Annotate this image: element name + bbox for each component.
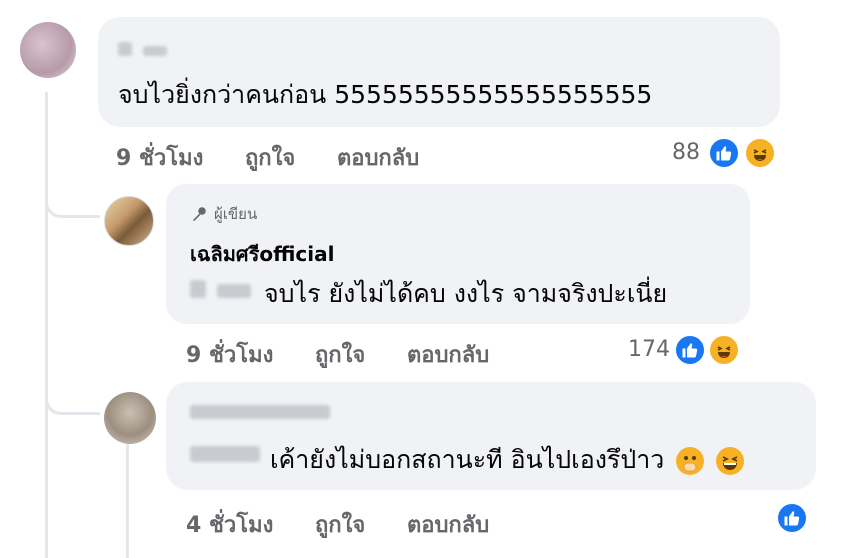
reaction-count[interactable]: 174 xyxy=(628,337,670,362)
reply-text-content: เค้ายังไม่บอกสถานะที อินไปเองรึป่าว xyxy=(270,445,665,474)
thread-curve-2 xyxy=(45,370,100,415)
comment-time[interactable]: 9 ชั่วโมง xyxy=(116,146,203,171)
commenter-name[interactable]: เฉลิมศรีofficial xyxy=(190,238,334,270)
grinning-squinting-emoji-icon xyxy=(716,447,745,475)
mentioned-name-redacted[interactable] xyxy=(190,446,260,466)
reply-text: จบไร ยังไม่ได้คบ งงไร จามจริงปะเนี่ย xyxy=(264,279,668,308)
haha-reaction-icon xyxy=(708,334,740,366)
like-button[interactable]: ถูกใจ xyxy=(315,513,365,538)
comment-time[interactable]: 9 ชั่วโมง xyxy=(186,343,273,368)
reply-button[interactable]: ตอบกลับ xyxy=(337,146,419,171)
like-reaction-icon xyxy=(708,137,740,169)
like-reaction-icon xyxy=(776,502,808,534)
hand-over-mouth-emoji-icon xyxy=(676,447,705,475)
author-avatar[interactable] xyxy=(104,196,154,246)
reply-button[interactable]: ตอบกลับ xyxy=(407,343,489,368)
reply-bubble: เค้ายังไม่บอกสถานะที อินไปเองรึป่าว xyxy=(166,382,816,490)
avatar[interactable] xyxy=(104,392,156,444)
thread-line-reply xyxy=(126,444,129,558)
reply-bubble: ผู้เขียน เฉลิมศรีofficial จบไร ยังไม่ได้… xyxy=(166,184,750,324)
commenter-name-redacted[interactable] xyxy=(118,41,168,60)
comment-actions: 9 ชั่วโมง ถูกใจ ตอบกลับ xyxy=(186,337,523,372)
reply-text: เค้ายังไม่บอกสถานะที อินไปเองรึป่าว xyxy=(270,440,745,480)
reaction-count[interactable]: 88 xyxy=(672,140,700,165)
comment-actions: 9 ชั่วโมง ถูกใจ ตอบกลับ xyxy=(116,140,453,175)
comment-bubble: จบไวยิ่งกว่าคนก่อน 55555555555555555555 xyxy=(98,17,780,127)
microphone-icon xyxy=(193,207,206,222)
comment-text: จบไวยิ่งกว่าคนก่อน 55555555555555555555 xyxy=(118,80,653,109)
like-reaction-icon xyxy=(674,334,706,366)
comment-actions: 4 ชั่วโมง ถูกใจ ตอบกลับ xyxy=(186,507,523,542)
author-badge-label: ผู้เขียน xyxy=(214,205,258,223)
reply-button[interactable]: ตอบกลับ xyxy=(407,513,489,538)
comment-time[interactable]: 4 ชั่วโมง xyxy=(186,513,273,538)
commenter-name-redacted[interactable] xyxy=(190,404,330,423)
author-badge: ผู้เขียน xyxy=(190,202,257,226)
thread-curve-1 xyxy=(45,170,100,218)
haha-reaction-icon xyxy=(744,137,776,169)
like-button[interactable]: ถูกใจ xyxy=(315,343,365,368)
thread-line-main xyxy=(45,92,48,558)
mentioned-name-redacted[interactable] xyxy=(190,280,252,302)
like-button[interactable]: ถูกใจ xyxy=(245,146,295,171)
avatar[interactable] xyxy=(20,22,76,78)
